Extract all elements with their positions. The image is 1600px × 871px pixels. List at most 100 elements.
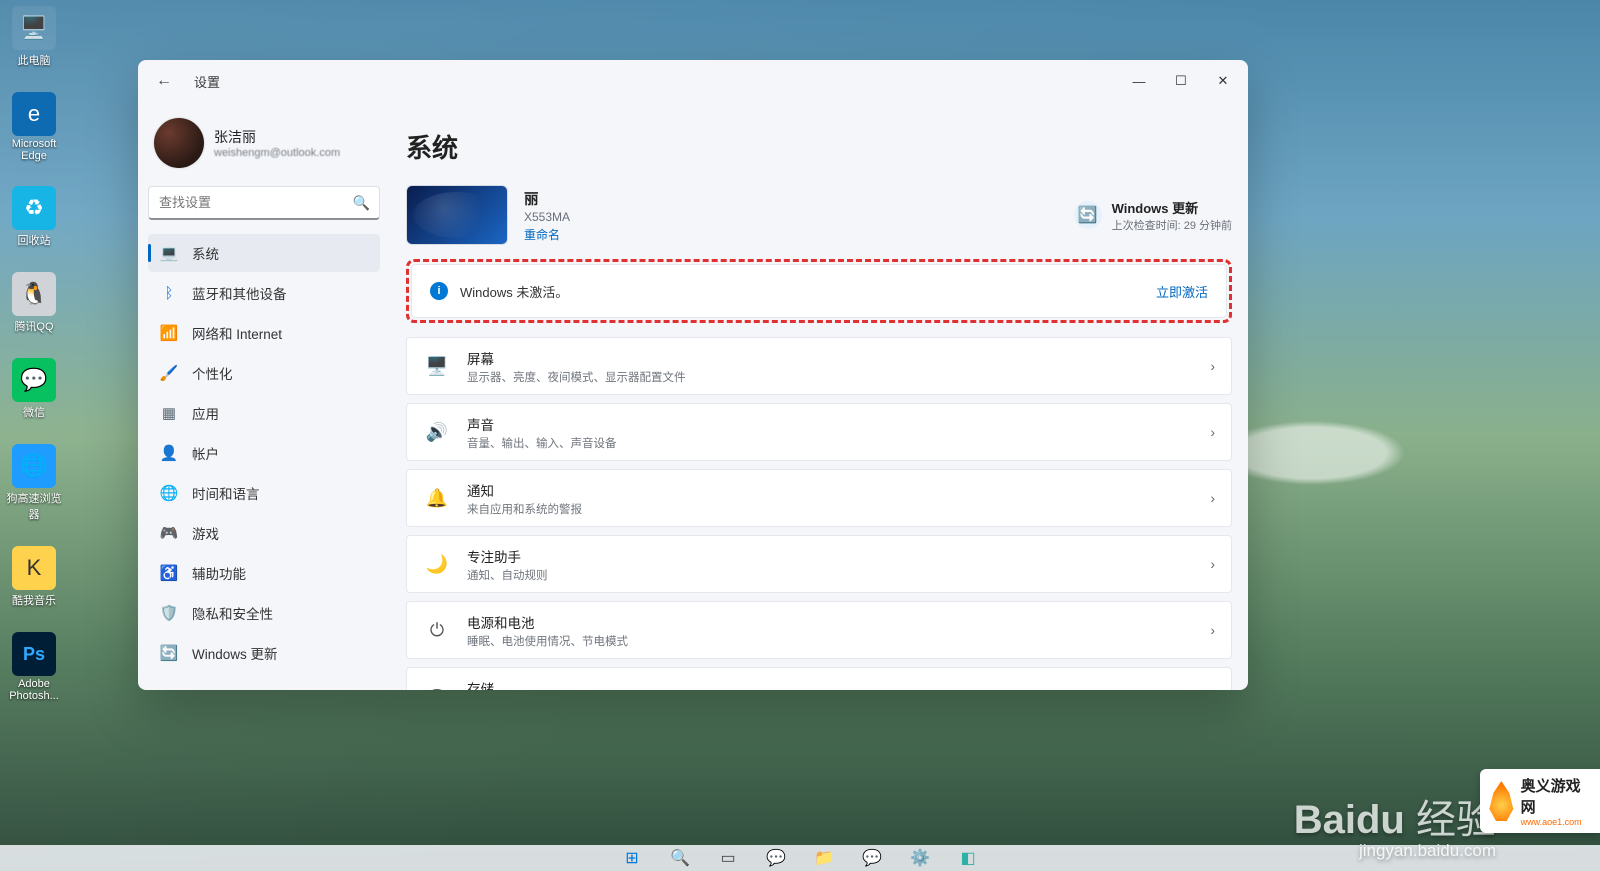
chevron-right-icon: › [1210, 622, 1215, 638]
minimize-button[interactable]: ― [1118, 65, 1160, 97]
nav-label: 时间和语言 [192, 483, 260, 503]
person-icon: 👤 [160, 444, 178, 462]
nav-accounts[interactable]: 👤 帐户 [148, 434, 380, 472]
taskbar-wechat-icon[interactable]: 💬 [859, 847, 885, 869]
taskbar-settings-icon[interactable]: ⚙️ [907, 847, 933, 869]
windows-update-card[interactable]: 🔄 Windows 更新 上次检查时间: 29 分钟前 [1074, 198, 1232, 233]
card-title: 电源和电池 [467, 612, 628, 632]
sidebar: 张洁丽 weishengm@outlook.com 🔍 💻系统 ᛒ 蓝牙和其他设备… [138, 102, 390, 690]
settings-card-notify[interactable]: 🔔 通知来自应用和系统的警报 › [406, 469, 1232, 527]
display-icon: 🖥️ [423, 356, 451, 377]
chevron-right-icon: › [1210, 358, 1215, 374]
card-subtitle: 音量、输出、输入、声音设备 [467, 435, 617, 451]
desktop-icon-label: 回收站 [18, 232, 51, 248]
titlebar: ← 设置 ― ☐ ✕ [138, 60, 1248, 102]
profile-name: 张洁丽 [214, 127, 340, 147]
activate-link[interactable]: 立即激活 [1156, 282, 1208, 301]
desktop-icon-mycomputer[interactable]: 🖥️此电脑 [2, 6, 66, 68]
nav-label: 系统 [192, 243, 219, 263]
nav-accessibility[interactable]: ♿辅助功能 [148, 554, 380, 592]
search-wrap: 🔍 [148, 186, 380, 220]
card-subtitle: 来自应用和系统的警报 [467, 501, 582, 517]
taskbar-explorer-icon[interactable]: 📁 [811, 847, 837, 869]
card-title: 通知 [467, 480, 582, 500]
refresh-icon: 🔄 [160, 644, 178, 662]
site-url: www.aoe1.com [1521, 817, 1592, 827]
card-title: 声音 [467, 414, 617, 434]
chevron-right-icon: › [1210, 490, 1215, 506]
nav-label: 应用 [192, 403, 219, 423]
card-title: 屏幕 [467, 348, 686, 368]
apps-icon: ▦ [160, 404, 178, 422]
search-input[interactable] [148, 186, 380, 220]
nav-update[interactable]: 🔄Windows 更新 [148, 634, 380, 672]
nav-apps[interactable]: ▦ 应用 [148, 394, 380, 432]
device-row: 丽 X553MA 重命名 🔄 Windows 更新 上次检查时间: 29 分钟前 [406, 185, 1232, 245]
start-button[interactable]: ⊞ [619, 847, 645, 869]
close-button[interactable]: ✕ [1202, 65, 1244, 97]
taskbar-search-icon[interactable]: 🔍 [667, 847, 693, 869]
nav-bluetooth[interactable]: ᛒ 蓝牙和其他设备 [148, 274, 380, 312]
desktop-icon-label: 狗高速浏览器 [2, 490, 66, 522]
desktop-icon-kugou[interactable]: K酷我音乐 [2, 546, 66, 608]
desktop-icon-ps[interactable]: PsAdobe Photosh... [2, 632, 66, 702]
settings-card-power[interactable]: ⏻电源和电池睡眠、电池使用情况、节电模式› [406, 601, 1232, 659]
settings-cards: 🖥️屏幕显示器、亮度、夜间模式、显示器配置文件›🔊声音音量、输出、输入、声音设备… [406, 337, 1232, 690]
profile-email: weishengm@outlook.com [214, 147, 340, 159]
focus-icon: 🌙 [423, 554, 451, 575]
chevron-right-icon: › [1210, 688, 1215, 690]
card-subtitle: 睡眠、电池使用情况、节电模式 [467, 633, 628, 649]
avatar [154, 118, 204, 168]
back-button[interactable]: ← [148, 65, 180, 97]
settings-card-sound[interactable]: 🔊 声音音量、输出、输入、声音设备 › [406, 403, 1232, 461]
nav-gaming[interactable]: 🎮游戏 [148, 514, 380, 552]
site-title: 奥义游戏网 [1521, 775, 1592, 817]
device-info: 丽 X553MA 重命名 [524, 188, 570, 243]
update-subtitle: 上次检查时间: 29 分钟前 [1112, 217, 1232, 233]
sound-icon: 🔊 [423, 422, 451, 443]
brush-icon: 🖌️ [160, 364, 178, 382]
nav-label: 蓝牙和其他设备 [192, 283, 287, 303]
bluetooth-icon: ᛒ [160, 284, 178, 302]
nav-label: 帐户 [192, 443, 219, 463]
settings-card-display[interactable]: 🖥️屏幕显示器、亮度、夜间模式、显示器配置文件› [406, 337, 1232, 395]
nav-privacy[interactable]: 🛡️ 隐私和安全性 [148, 594, 380, 632]
card-subtitle: 通知、自动规则 [467, 567, 548, 583]
desktop-icon-label: 酷我音乐 [12, 592, 56, 608]
desktop-icon-wechat[interactable]: 💬微信 [2, 358, 66, 420]
task-view-icon[interactable]: ▭ [715, 847, 741, 869]
nav-system[interactable]: 💻系统 [148, 234, 380, 272]
settings-card-storage[interactable]: ⛃存储存储空间、驱动器、配置规则› [406, 667, 1232, 690]
baidu-logo-text: Baidu [1294, 798, 1405, 842]
card-title: 专注助手 [467, 546, 548, 566]
nav-time[interactable]: 🌐 时间和语言 [148, 474, 380, 512]
device-name: 丽 [524, 188, 570, 209]
taskbar-chat-icon[interactable]: 💬 [763, 847, 789, 869]
nav-network[interactable]: 📶 网络和 Internet [148, 314, 380, 352]
desktop-icon-qq[interactable]: 🐧腾讯QQ [2, 272, 66, 334]
activation-banner[interactable]: i Windows 未激活。 立即激活 [411, 264, 1227, 318]
wifi-icon: 📶 [160, 324, 178, 342]
profile[interactable]: 张洁丽 weishengm@outlook.com [148, 102, 380, 182]
update-title: Windows 更新 [1112, 198, 1232, 217]
card-title: 存储 [467, 678, 617, 691]
maximize-button[interactable]: ☐ [1160, 65, 1202, 97]
chevron-right-icon: › [1210, 424, 1215, 440]
desktop-icon-recycle[interactable]: ♻回收站 [2, 186, 66, 248]
nav-personalize[interactable]: 🖌️个性化 [148, 354, 380, 392]
rename-link[interactable]: 重命名 [524, 226, 570, 243]
nav-label: 隐私和安全性 [192, 603, 273, 623]
settings-card-focus[interactable]: 🌙专注助手通知、自动规则› [406, 535, 1232, 593]
nav-label: 网络和 Internet [192, 323, 282, 343]
device-model: X553MA [524, 210, 570, 224]
page-title: 系统 [406, 128, 1232, 165]
desktop-icon-browser[interactable]: 🌐狗高速浏览器 [2, 444, 66, 522]
desktop-icon-label: 此电脑 [18, 52, 51, 68]
globe-icon: 🌐 [160, 484, 178, 502]
desktop-icon-edge[interactable]: eMicrosoft Edge [2, 92, 66, 162]
baidu-watermark: Baidu 经验 jingyan.baidu.com [1294, 787, 1496, 861]
taskbar-app-icon[interactable]: ◧ [955, 847, 981, 869]
notify-icon: 🔔 [423, 488, 451, 509]
game-icon: 🎮 [160, 524, 178, 542]
shield-icon: 🛡️ [160, 604, 178, 622]
